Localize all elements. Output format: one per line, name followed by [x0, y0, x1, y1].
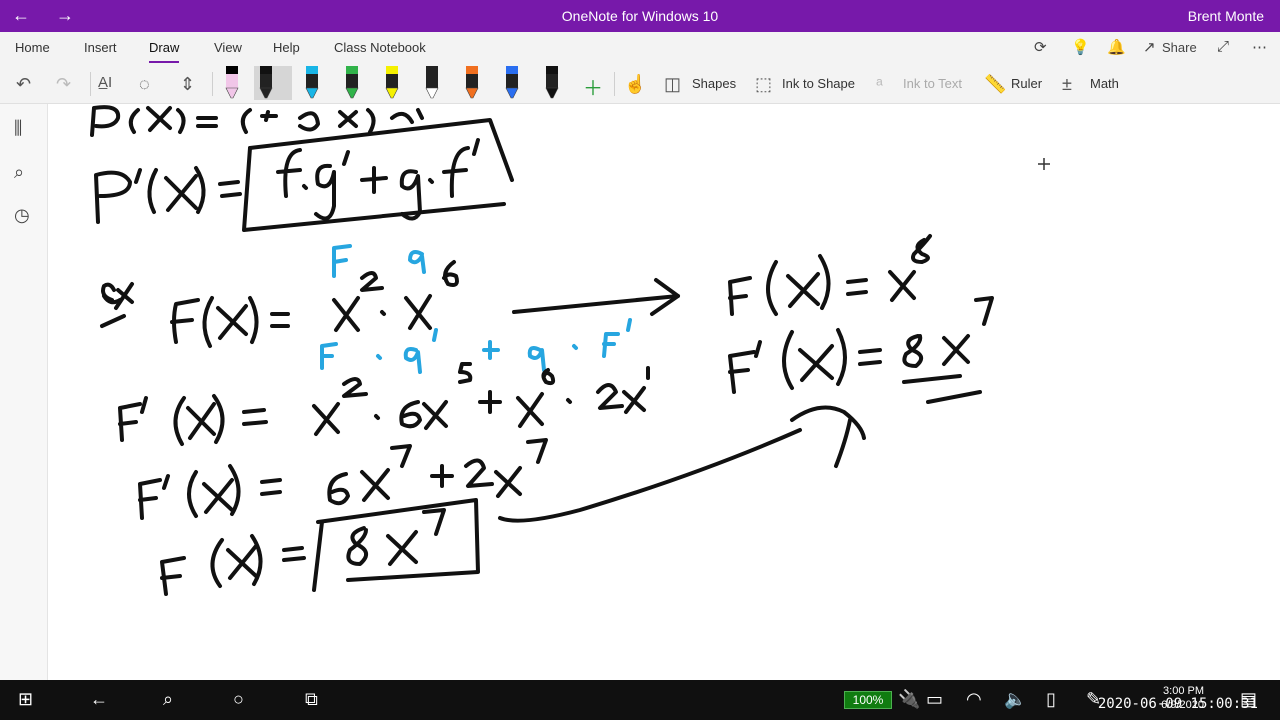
ink-line-x8: [728, 234, 932, 316]
more-icon[interactable]: ⋯: [1252, 38, 1267, 56]
taskbar-back-icon[interactable]: ←: [90, 689, 108, 710]
pen-9[interactable]: [540, 66, 564, 100]
ink-blue-f-g-labels: [332, 244, 426, 278]
touch-draw-icon[interactable]: ☝: [624, 74, 646, 95]
ink-arrow-right: [512, 278, 680, 316]
wifi-icon[interactable]: ◠: [966, 689, 982, 710]
tab-insert[interactable]: Insert: [84, 40, 117, 55]
ink-line-expansion: [118, 362, 650, 446]
ink-line-product-definition: [90, 105, 424, 137]
tab-view[interactable]: View: [214, 40, 242, 55]
math-button[interactable]: Math: [1090, 76, 1119, 91]
ink-blue-product-rule: [320, 318, 632, 374]
ink-curved-arrow: [498, 405, 866, 523]
app-title: OneNote for Windows 10: [561, 8, 719, 24]
tab-class-notebook[interactable]: Class Notebook: [334, 40, 426, 55]
pen-5[interactable]: [380, 66, 404, 100]
left-navigation-rail: ⫼ ⌕ ◷: [0, 104, 48, 680]
ink-to-shape-button[interactable]: Ink to Shape: [782, 76, 855, 91]
draw-toolbar: ↶ ↷ A̲I ◌ ⇕ ＋ ☝ ◫ Shapes ⬚ Ink to Shape …: [0, 64, 1280, 104]
volume-icon[interactable]: 🔈: [1004, 689, 1026, 710]
redo-icon[interactable]: ↷: [56, 74, 71, 95]
phone-icon[interactable]: ▯: [1046, 689, 1056, 710]
pen-2[interactable]: [254, 66, 292, 100]
windows-taskbar: ⊞ ← ⌕ ○ ⧉ 100% 🔌 ▭ ◠ 🔈 ▯ ✎ 3:00 PM 6/9/2…: [0, 680, 1280, 720]
search-icon[interactable]: ⌕: [163, 689, 173, 710]
ruler-icon[interactable]: 📏: [984, 74, 1006, 95]
title-bar: ← → OneNote for Windows 10 Brent Monte: [0, 0, 1280, 32]
cortana-circle-icon[interactable]: ○: [233, 689, 244, 710]
math-icon[interactable]: ±: [1062, 74, 1072, 95]
note-canvas[interactable]: [48, 104, 1280, 680]
ink-to-text-icon[interactable]: ᵃ: [876, 74, 883, 95]
pen-7[interactable]: [460, 66, 484, 100]
battery-status[interactable]: 100%: [844, 691, 892, 709]
ink-example-label: [100, 282, 134, 328]
share-icon[interactable]: ↗: [1143, 38, 1156, 56]
shapes-icon[interactable]: ◫: [664, 74, 681, 95]
recent-clock-icon[interactable]: ◷: [14, 205, 30, 226]
ink-line-final-answer: [160, 498, 480, 596]
search-icon[interactable]: ⌕: [14, 162, 24, 183]
notebooks-icon[interactable]: ⫼: [14, 118, 22, 139]
pen-4[interactable]: [340, 66, 364, 100]
ink-to-shape-icon[interactable]: ⬚: [755, 74, 772, 95]
pen-1[interactable]: [220, 66, 244, 100]
ink-line-derivative-x8: [728, 296, 994, 404]
expand-icon[interactable]: ⤢: [1217, 38, 1229, 55]
add-pen-icon[interactable]: ＋: [583, 72, 603, 101]
ink-line-example-function: [170, 260, 459, 348]
tab-draw[interactable]: Draw: [149, 40, 180, 63]
ink-to-text-button[interactable]: Ink to Text: [903, 76, 962, 91]
task-view-icon[interactable]: ⧉: [305, 689, 318, 710]
pen-3[interactable]: [300, 66, 324, 100]
windows-start-icon[interactable]: ⊞: [18, 689, 33, 710]
share-button[interactable]: Share: [1162, 40, 1197, 55]
ribbon-tabs: Home Insert Draw View Help Class Noteboo…: [0, 32, 1280, 64]
sync-icon[interactable]: ⟳: [1034, 38, 1047, 56]
tab-help[interactable]: Help: [273, 40, 300, 55]
ink-line-product-rule: [94, 118, 514, 232]
handwritten-ink: [90, 105, 1050, 596]
undo-icon[interactable]: ↶: [16, 74, 31, 95]
power-plug-icon[interactable]: 🔌: [898, 689, 920, 710]
pen-8[interactable]: [500, 66, 524, 100]
select-text-icon[interactable]: A̲I: [98, 74, 112, 91]
lightbulb-icon[interactable]: 💡: [1071, 38, 1090, 56]
ink-line-simplified: [138, 438, 548, 520]
recording-timestamp: 2020-06-09 15:00:31: [1097, 696, 1258, 712]
tab-home[interactable]: Home: [15, 40, 50, 55]
notification-icon[interactable]: ▤: [1240, 689, 1257, 710]
pen-6[interactable]: [420, 66, 444, 100]
battery-icon[interactable]: ▭: [926, 689, 943, 710]
cursor-icon: [1038, 158, 1050, 170]
lasso-select-icon[interactable]: ◌: [139, 74, 150, 95]
user-name[interactable]: Brent Monte: [1188, 8, 1264, 24]
bell-icon[interactable]: 🔔: [1107, 38, 1126, 56]
add-space-icon[interactable]: ⇕: [180, 74, 195, 95]
ruler-button[interactable]: Ruler: [1011, 76, 1042, 91]
shapes-button[interactable]: Shapes: [692, 76, 736, 91]
